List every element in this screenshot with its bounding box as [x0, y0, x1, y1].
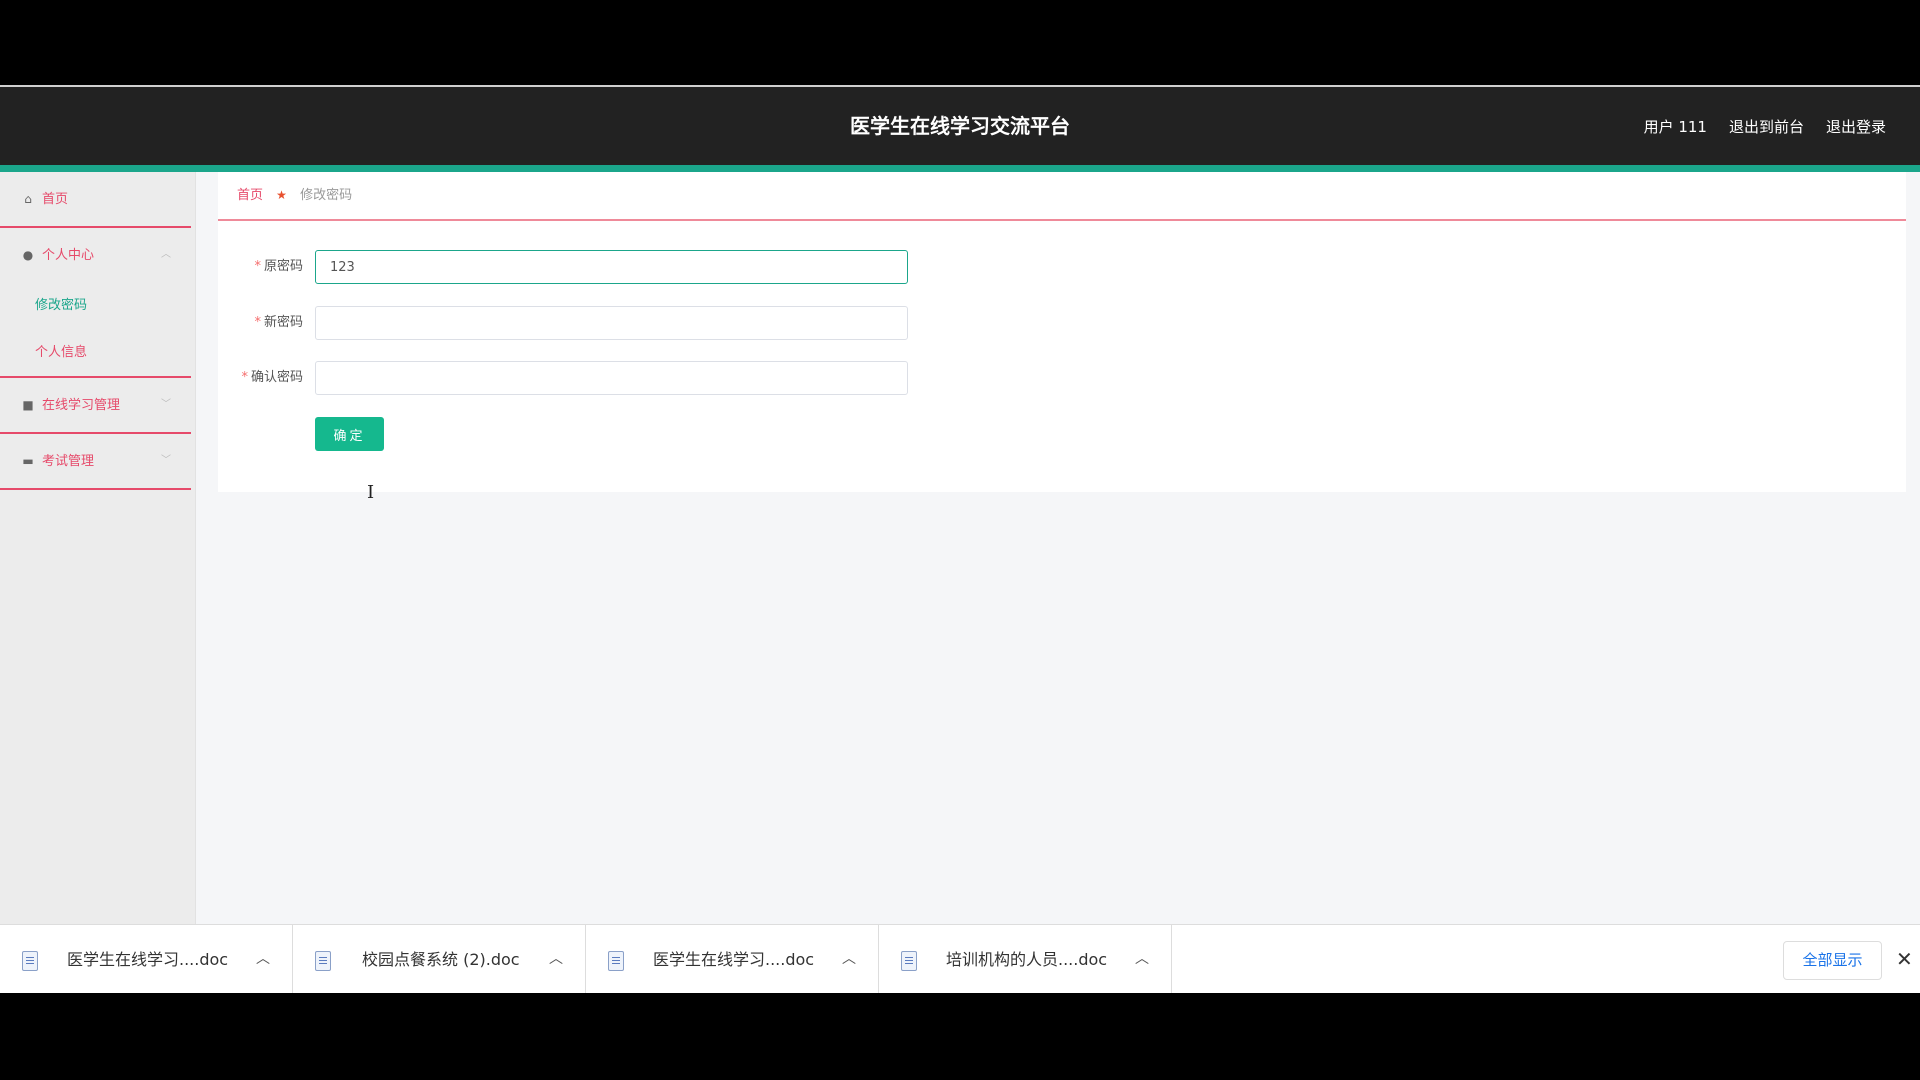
download-item[interactable]: 医学生在线学习....doc ︿: [586, 925, 879, 994]
user-label: 用户 111: [1643, 117, 1707, 136]
download-bar: 医学生在线学习....doc ︿ 校园点餐系统 (2).doc ︿ 医学生在线学…: [0, 924, 1920, 994]
header-accent-bar: [0, 165, 1920, 172]
download-item[interactable]: 校园点餐系统 (2).doc ︿: [293, 925, 586, 994]
sidebar-item-change-password[interactable]: 修改密码: [0, 282, 191, 329]
word-doc-icon: [22, 951, 38, 971]
app-area: ⌂ 首页 ● 个人中心 ︿ 修改密码 个人信息 ■ 在线学习管理 ﹀ ▬ 考试管理 ﹀ …: [0, 172, 1920, 924]
video-icon: ■: [22, 398, 34, 412]
download-item[interactable]: 培训机构的人员....doc ︿: [879, 925, 1172, 994]
sidebar-item-home[interactable]: ⌂ 首页: [0, 172, 191, 228]
user-icon: ●: [22, 248, 34, 262]
show-all-button[interactable]: 全部显示: [1783, 941, 1882, 980]
chevron-up-icon[interactable]: ︿: [256, 925, 270, 994]
word-doc-icon: [315, 951, 331, 971]
word-doc-icon: [608, 951, 624, 971]
breadcrumb: 首页 ★ 修改密码: [218, 172, 1906, 221]
sidebar-item-personal-center[interactable]: ● 个人中心 ︿: [0, 228, 191, 282]
download-filename: 医学生在线学习....doc: [67, 950, 229, 969]
sidebar-item-label: 考试管理: [42, 454, 95, 469]
chevron-up-icon[interactable]: ︿: [842, 925, 856, 994]
confirm-button[interactable]: 确定: [315, 417, 384, 451]
sidebar-item-exam-management[interactable]: ▬ 考试管理 ﹀: [0, 434, 191, 490]
chevron-up-icon[interactable]: ︿: [1135, 925, 1149, 994]
sidebar-item-personal-info[interactable]: 个人信息: [0, 329, 191, 376]
sidebar-item-label: 在线学习管理: [42, 398, 121, 413]
download-filename: 校园点餐系统 (2).doc: [362, 950, 520, 969]
letterbox-top: [0, 0, 1920, 85]
new-password-input[interactable]: [315, 306, 908, 340]
text-cursor-icon: I: [367, 482, 375, 503]
new-password-label: * 新密码: [254, 315, 303, 330]
chevron-down-icon: ﹀: [161, 455, 171, 466]
form-row-new-password: * 新密码: [218, 306, 1118, 340]
confirm-password-label: * 确认密码: [241, 370, 303, 385]
old-password-input[interactable]: [315, 250, 908, 284]
star-icon: ★: [276, 188, 287, 202]
site-title: 医学生在线学习交流平台: [850, 114, 1070, 138]
breadcrumb-current: 修改密码: [300, 188, 353, 203]
close-icon[interactable]: ✕: [1896, 925, 1913, 994]
sidebar-item-online-learning[interactable]: ■ 在线学习管理 ﹀: [0, 378, 191, 434]
breadcrumb-home[interactable]: 首页: [237, 188, 263, 203]
home-icon: ⌂: [24, 192, 32, 206]
chevron-up-icon: ︿: [161, 249, 171, 260]
word-doc-icon: [901, 951, 917, 971]
sidebar: ⌂ 首页 ● 个人中心 ︿ 修改密码 个人信息 ■ 在线学习管理 ﹀ ▬ 考试管理 ﹀: [0, 172, 196, 924]
old-password-label: * 原密码: [254, 259, 303, 274]
header-links: 用户 111 退出到前台 退出登录: [1644, 87, 1886, 165]
logout-link[interactable]: 退出登录: [1826, 116, 1886, 137]
sidebar-item-label: 个人中心: [42, 248, 95, 263]
form-row-confirm-password: * 确认密码: [218, 361, 1118, 395]
exit-to-front-link[interactable]: 退出到前台: [1729, 116, 1804, 137]
briefcase-icon: ▬: [22, 454, 34, 468]
top-header: 医学生在线学习交流平台 用户 111 退出到前台 退出登录: [0, 87, 1920, 165]
letterbox-bottom: [0, 993, 1920, 1080]
sidebar-item-label: 首页: [42, 192, 69, 207]
main-content: 首页 ★ 修改密码 *原密码 *新密码 *确认密码 确定: [218, 172, 1906, 492]
chevron-up-icon[interactable]: ︿: [549, 925, 563, 994]
confirm-password-input[interactable]: [315, 361, 908, 395]
download-filename: 培训机构的人员....doc: [946, 950, 1108, 969]
submenu-personal-center: 修改密码 个人信息: [0, 282, 191, 378]
form-row-submit: 确定: [218, 417, 1118, 451]
chevron-down-icon: ﹀: [161, 399, 171, 410]
download-item[interactable]: 医学生在线学习....doc ︿: [0, 925, 293, 994]
form-row-old-password: * 原密码: [218, 250, 1118, 284]
download-filename: 医学生在线学习....doc: [653, 950, 815, 969]
